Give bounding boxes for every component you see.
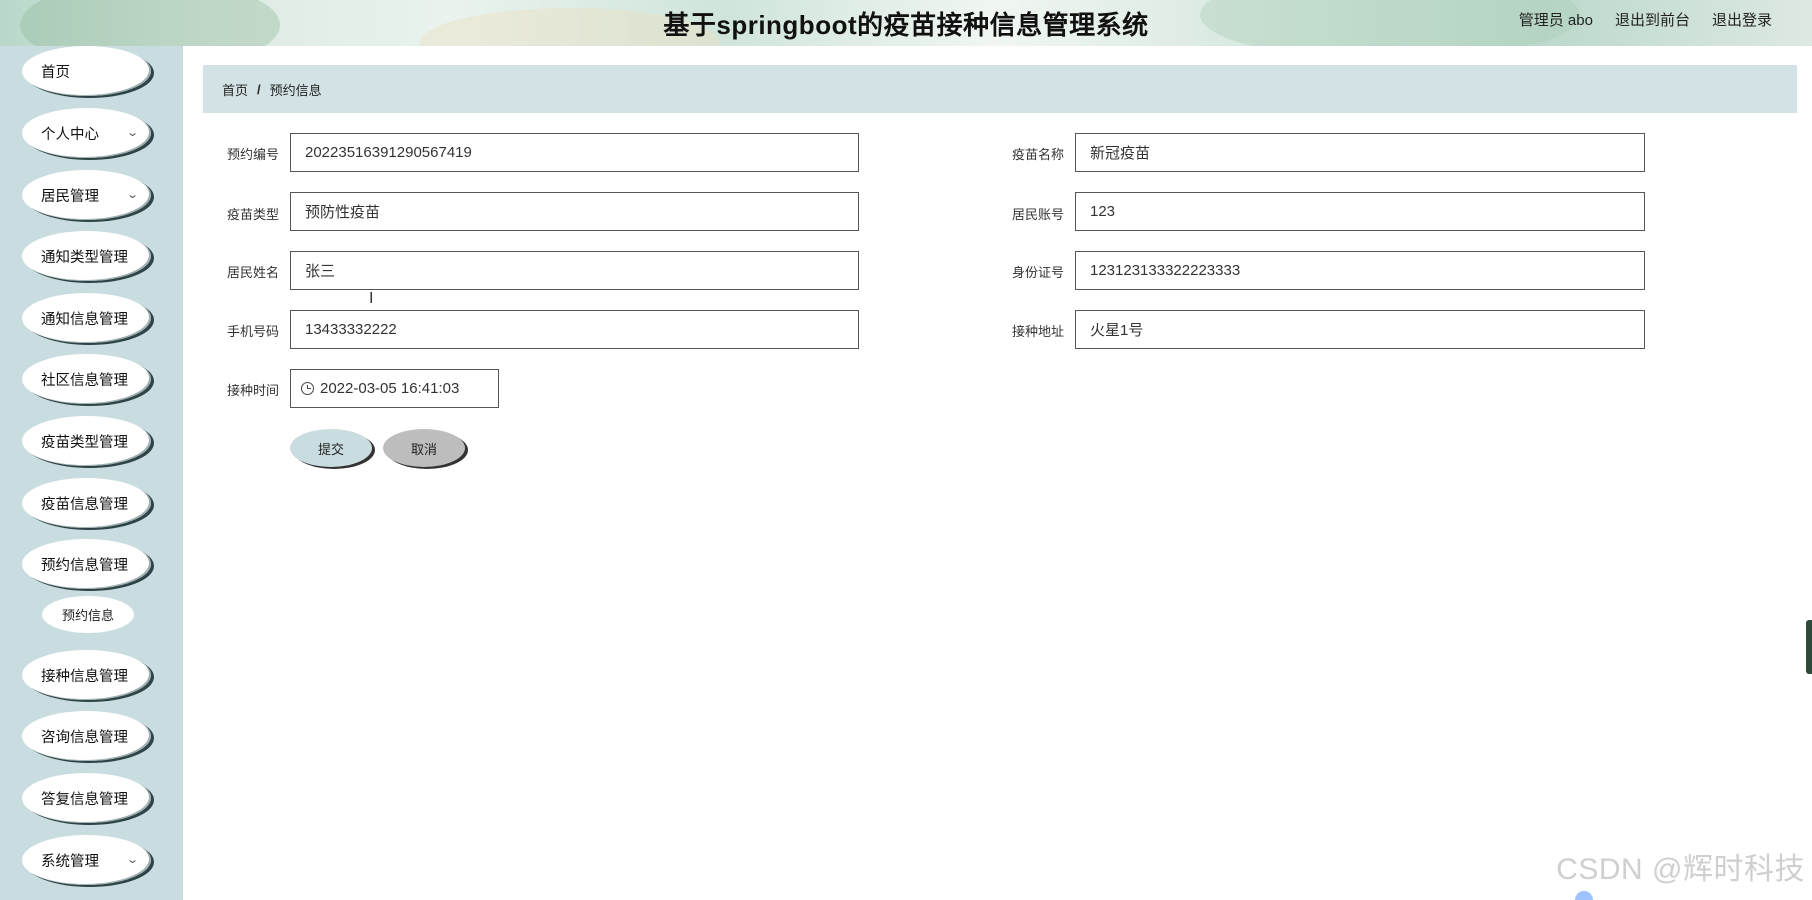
sidebar-item-vaccines[interactable]: 疫苗信息管理: [22, 478, 151, 528]
breadcrumb-current: 预约信息: [269, 82, 322, 98]
logout-link[interactable]: 退出登录: [1712, 9, 1772, 30]
submit-button[interactable]: 提交: [290, 429, 372, 467]
sidebar-item-replies[interactable]: 答复信息管理: [22, 773, 151, 823]
sidebar-item-label: 疫苗类型管理: [41, 434, 128, 451]
vaccine-type-field[interactable]: 预防性疫苗: [290, 192, 859, 231]
cancel-button[interactable]: 取消: [383, 429, 465, 467]
vaccine-type-label: 疫苗类型: [226, 207, 279, 222]
time-picker[interactable]: 2022-03-05 16:41:03: [290, 369, 499, 408]
sidebar-subitem-label: 预约信息: [61, 608, 114, 623]
booking-no-field[interactable]: 20223516391290567419: [290, 133, 859, 172]
sidebar-item-label: 个人中心: [41, 126, 99, 143]
address-field[interactable]: 火星1号: [1075, 310, 1645, 349]
sidebar-item-label: 接种信息管理: [41, 668, 128, 685]
current-user: 管理员 abo: [1518, 12, 1593, 29]
booking-no-label: 预约编号: [226, 147, 279, 162]
sidebar-item-label: 社区信息管理: [41, 372, 128, 389]
resident-name-field[interactable]: 张三: [290, 251, 859, 290]
sidebar-item-personal-center[interactable]: 个人中心 ⌄: [22, 108, 151, 158]
chevron-down-icon: ⌄: [125, 189, 139, 201]
breadcrumb-home[interactable]: 首页: [222, 80, 248, 99]
sidebar-item-label: 居民管理: [41, 188, 99, 205]
sidebar-item-label: 系统管理: [41, 853, 99, 870]
sidebar-item-label: 疫苗信息管理: [41, 496, 128, 513]
header-actions: 管理员 abo 退出到前台 退出登录: [1519, 9, 1772, 30]
back-to-front-link[interactable]: 退出到前台: [1615, 9, 1690, 30]
resident-account-field[interactable]: 123: [1075, 192, 1645, 231]
phone-field[interactable]: 13433332222: [290, 310, 859, 349]
sidebar-item-label: 答复信息管理: [41, 791, 128, 808]
sidebar-item-label: 预约信息管理: [41, 557, 128, 574]
sidebar-item-notice-types[interactable]: 通知类型管理: [22, 231, 151, 281]
app-header: 基于springboot的疫苗接种信息管理系统 管理员 abo 退出到前台 退出…: [0, 0, 1812, 46]
chevron-down-icon: ⌄: [125, 854, 139, 866]
breadcrumb-separator: /: [257, 81, 261, 97]
clock-icon: [301, 382, 314, 395]
sidebar-item-label: 咨询信息管理: [41, 729, 128, 746]
sidebar-item-consultations[interactable]: 咨询信息管理: [22, 711, 151, 761]
sidebar-item-home[interactable]: 首页: [22, 46, 151, 96]
sidebar-item-notices[interactable]: 通知信息管理: [22, 293, 151, 343]
sidebar-item-label: 首页: [41, 64, 70, 81]
breadcrumb: 首页 / 预约信息: [203, 65, 1797, 113]
sidebar-item-vaccine-types[interactable]: 疫苗类型管理: [22, 416, 151, 466]
id-card-field[interactable]: 123123133322223333: [1075, 251, 1645, 290]
time-label: 接种时间: [226, 383, 279, 398]
id-card-label: 身份证号: [1011, 265, 1064, 280]
phone-label: 手机号码: [226, 324, 279, 339]
sidebar-item-vaccinations[interactable]: 接种信息管理: [22, 650, 151, 700]
sidebar-subitem-booking-info[interactable]: 预约信息: [42, 596, 134, 633]
sidebar: 首页 个人中心 ⌄ 居民管理 ⌄ 通知类型管理 通知信息管理 社区信息管理 疫苗…: [0, 46, 183, 900]
floating-dot: [1575, 891, 1593, 900]
sidebar-item-community[interactable]: 社区信息管理: [22, 354, 151, 404]
sidebar-item-label: 通知信息管理: [41, 311, 128, 328]
sidebar-item-label: 通知类型管理: [41, 249, 128, 266]
resident-account-label: 居民账号: [1011, 207, 1064, 222]
vaccine-name-label: 疫苗名称: [1011, 147, 1064, 162]
watermark: CSDN @辉时科技: [1556, 853, 1805, 886]
sidebar-item-system[interactable]: 系统管理 ⌄: [22, 835, 151, 885]
sidebar-item-bookings[interactable]: 预约信息管理: [22, 539, 151, 589]
vaccine-name-field[interactable]: 新冠疫苗: [1075, 133, 1645, 172]
sidebar-item-residents[interactable]: 居民管理 ⌄: [22, 170, 151, 220]
edge-tab-handle[interactable]: [1806, 620, 1812, 674]
time-value: 2022-03-05 16:41:03: [320, 380, 460, 397]
chevron-down-icon: ⌄: [125, 127, 139, 139]
resident-name-label: 居民姓名: [226, 265, 279, 280]
text-cursor-icon: I: [369, 290, 374, 307]
address-label: 接种地址: [1011, 324, 1064, 339]
